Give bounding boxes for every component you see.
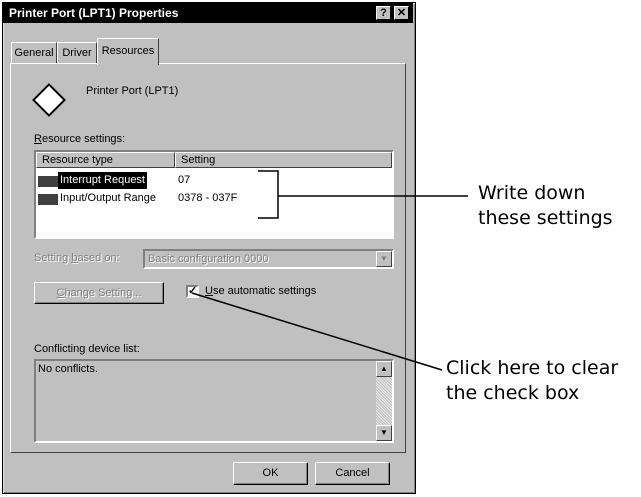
tab-resources[interactable]: Resources: [97, 38, 159, 65]
annotation-settings-line2: these settings: [478, 207, 613, 229]
annotation-checkbox-line1: Click here to clear: [446, 357, 619, 379]
callout-lines: [191, 170, 468, 371]
annotation-checkbox-line2: the check box: [446, 382, 580, 404]
annotation-settings-line1: Write down: [478, 182, 586, 204]
